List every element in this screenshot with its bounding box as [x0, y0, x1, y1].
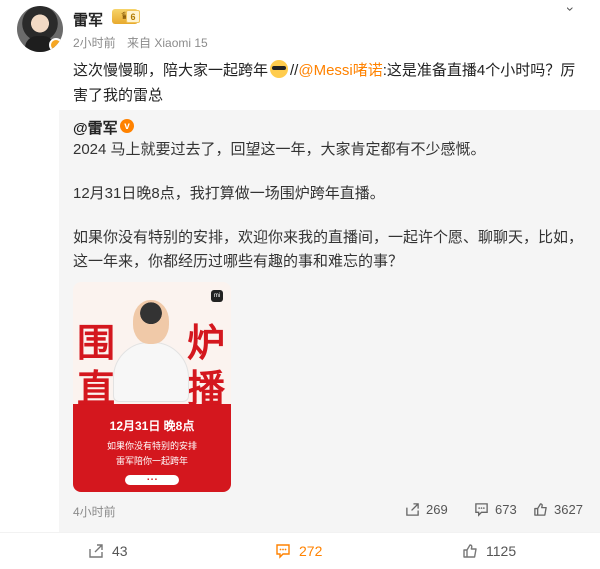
crown-level: 6 [126, 10, 140, 23]
poster-line-2: 雷军陪你一起跨年 [115, 456, 188, 466]
author-name[interactable]: 雷军 [73, 9, 103, 30]
poster-date: 12月31日 晚8点 [109, 419, 195, 433]
footer-divider [0, 532, 600, 533]
share-icon [89, 544, 103, 558]
verified-v-icon: v [120, 119, 134, 133]
repost-comment-count: 673 [495, 502, 517, 517]
poster-image[interactable]: mi 围 炉 直 播 12月31日 晚8点 如果你没有特别的安排 雷军陪你一起跨… [73, 282, 231, 492]
thumbs-up-icon [463, 544, 477, 558]
poster-person-figure [107, 296, 193, 402]
post-text-before: 这次慢慢聊，陪大家一起跨年 [73, 62, 269, 79]
reposted-card[interactable]: @雷军 v 2024 马上就要过去了，回望这一年，大家肯定都有不少感慨。 12月… [59, 110, 600, 532]
repost-comment-button[interactable]: 673 [474, 502, 517, 517]
share-icon [406, 503, 419, 516]
repost-paragraph-2: 12月31日晚8点，我打算做一场围炉跨年直播。 [73, 185, 385, 202]
comment-count: 272 [299, 543, 323, 559]
like-button[interactable]: 1125 [462, 543, 516, 559]
share-button[interactable]: 43 [88, 543, 128, 559]
share-count: 43 [112, 543, 128, 559]
repost-time: 4小时前 [73, 505, 116, 519]
repost-like-count: 3627 [554, 502, 583, 517]
post-header: 雷军 ♛ 6 2小时前 来自 Xiaomi 15 › [0, 0, 600, 60]
post-meta: 2小时前 来自 Xiaomi 15 [73, 34, 208, 51]
post-source: 来自 Xiaomi 15 [127, 36, 208, 50]
xiaomi-logo-icon: mi [211, 290, 223, 302]
verified-badge-icon [49, 38, 63, 52]
thumbs-up-icon [534, 503, 547, 516]
repost-like-button[interactable]: 3627 [533, 502, 583, 517]
like-count: 1125 [486, 543, 517, 559]
poster-person-head [133, 300, 169, 344]
comment-icon [475, 503, 488, 517]
sunglasses-emoji-icon [270, 60, 289, 78]
post-text: 这次慢慢聊，陪大家一起跨年//@Messi啫诺:这是准备直播4个小时吗？厉害了我… [73, 58, 583, 108]
more-options-icon[interactable]: › [562, 0, 580, 18]
author-avatar[interactable] [17, 6, 63, 52]
poster-person-body [113, 342, 189, 402]
repost-paragraph-1: 2024 马上就要过去了，回望这一年，大家肯定都有不少感慨。 [73, 141, 486, 158]
mention-link[interactable]: @Messi啫诺 [298, 62, 382, 79]
poster-pill: ▪ ▪ ▪ [125, 475, 179, 485]
post-time: 2小时前 [73, 36, 116, 50]
repost-share-count: 269 [426, 502, 448, 517]
repost-author[interactable]: @雷军 [73, 117, 118, 138]
repost-paragraph-3: 如果你没有特别的安排，欢迎你来我的直播间，一起许个愿、聊聊天，比如，这一年来，你… [73, 229, 584, 270]
poster-line-1: 如果你没有特别的安排 [106, 441, 197, 451]
repost-share-button[interactable]: 269 [405, 502, 448, 517]
comment-icon [276, 544, 290, 559]
comment-button[interactable]: 272 [275, 543, 322, 559]
